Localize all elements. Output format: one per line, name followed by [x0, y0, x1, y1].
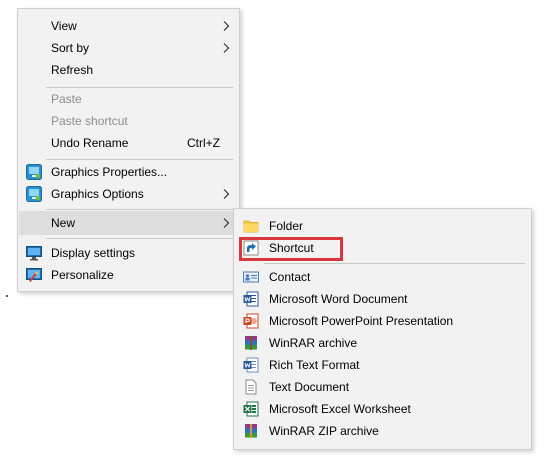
desktop-context-menu: View Sort by Refresh Paste Paste shortcu…: [17, 8, 240, 292]
excel-icon: [243, 401, 259, 417]
menu-item-personalize[interactable]: Personalize: [19, 264, 238, 286]
winrar-zip-icon: [245, 424, 257, 438]
text-document-icon: [245, 379, 257, 395]
powerpoint-icon: [243, 313, 259, 329]
new-item-folder[interactable]: Folder: [235, 215, 530, 237]
intel-graphics-icon: [26, 164, 42, 180]
menu-item-sort-by[interactable]: Sort by: [19, 37, 238, 59]
new-item-text-document[interactable]: Text Document: [235, 376, 530, 398]
chevron-right-icon: [223, 21, 230, 31]
monitor-icon: [26, 246, 42, 261]
intel-graphics-icon: [26, 186, 42, 202]
new-item-winrar-archive[interactable]: WinRAR archive: [235, 332, 530, 354]
menu-separator: [46, 238, 233, 239]
rtf-document-icon: [243, 357, 259, 373]
chevron-right-icon: [223, 43, 230, 53]
menu-item-new[interactable]: New: [19, 211, 238, 235]
chevron-right-icon: [223, 218, 230, 228]
word-document-icon: [243, 291, 259, 307]
menu-separator: [264, 263, 525, 264]
new-item-word-document[interactable]: Microsoft Word Document: [235, 288, 530, 310]
menu-item-refresh[interactable]: Refresh: [19, 59, 238, 81]
new-item-rich-text-format[interactable]: Rich Text Format: [235, 354, 530, 376]
menu-item-graphics-properties[interactable]: Graphics Properties...: [19, 161, 238, 183]
new-item-powerpoint[interactable]: Microsoft PowerPoint Presentation: [235, 310, 530, 332]
menu-item-display-settings[interactable]: Display settings: [19, 242, 238, 264]
contact-card-icon: [243, 271, 259, 283]
new-item-winrar-zip-archive[interactable]: WinRAR ZIP archive: [235, 420, 530, 442]
new-item-contact[interactable]: Contact: [235, 266, 530, 288]
menu-item-paste: Paste: [51, 92, 82, 106]
menu-item-graphics-options[interactable]: Graphics Options: [19, 183, 238, 205]
personalize-icon: [26, 268, 42, 282]
keyboard-shortcut: Ctrl+Z: [187, 136, 220, 150]
winrar-archive-icon: [245, 336, 257, 350]
cursor-dot: [6, 295, 8, 297]
chevron-right-icon: [223, 189, 230, 199]
new-item-excel-worksheet[interactable]: Microsoft Excel Worksheet: [235, 398, 530, 420]
shortcut-annotation-box: [239, 237, 343, 261]
menu-item-paste-shortcut: Paste shortcut: [51, 114, 128, 128]
menu-separator: [46, 159, 233, 160]
menu-item-undo-rename[interactable]: Undo Rename Ctrl+Z: [19, 132, 238, 154]
menu-item-view[interactable]: View: [19, 15, 238, 37]
menu-separator: [46, 209, 233, 210]
folder-icon: [243, 220, 259, 233]
